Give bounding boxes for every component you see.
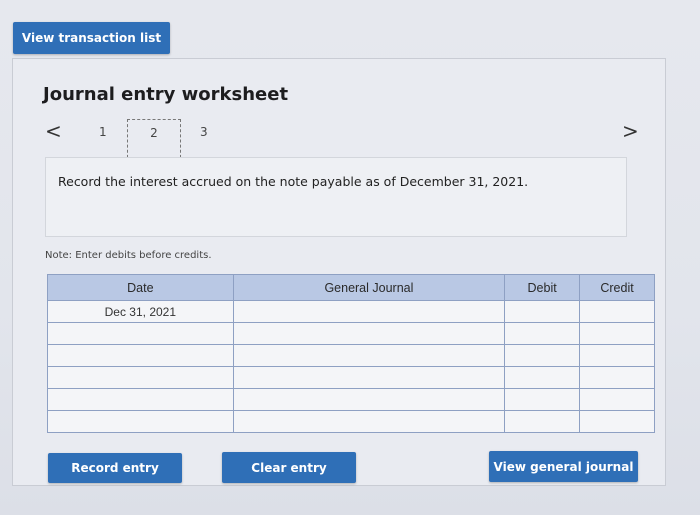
debit-input[interactable]	[504, 300, 581, 323]
table-row	[47, 366, 655, 389]
general-journal-input[interactable]	[232, 388, 506, 411]
credit-input[interactable]	[579, 388, 655, 411]
credit-input[interactable]	[579, 344, 655, 367]
credit-column-header: Credit	[579, 274, 655, 301]
clear-entry-button[interactable]: Clear entry	[222, 452, 356, 483]
general-journal-column-header: General Journal	[232, 274, 506, 301]
journal-table: Date General Journal Debit Credit Dec 31…	[47, 274, 655, 433]
table-row	[47, 410, 655, 433]
date-cell	[47, 410, 234, 433]
credit-input[interactable]	[579, 322, 655, 345]
chevron-right-icon[interactable]: >	[622, 119, 639, 143]
instruction-box: Record the interest accrued on the note …	[45, 157, 627, 237]
note-text: Note: Enter debits before credits.	[45, 250, 212, 261]
date-cell: Dec 31, 2021	[47, 300, 234, 323]
date-cell	[47, 322, 234, 345]
chevron-left-icon[interactable]: <	[45, 119, 62, 143]
table-row: Dec 31, 2021	[47, 300, 655, 323]
debit-input[interactable]	[504, 366, 581, 389]
page-3-link[interactable]: 3	[200, 125, 208, 139]
table-row	[47, 344, 655, 367]
instruction-text: Record the interest accrued on the note …	[58, 174, 529, 189]
journal-entry-worksheet-panel: Journal entry worksheet < 1 2 3 > Record…	[12, 58, 666, 486]
credit-input[interactable]	[579, 366, 655, 389]
debit-input[interactable]	[504, 410, 581, 433]
table-row	[47, 322, 655, 345]
credit-input[interactable]	[579, 300, 655, 323]
general-journal-input[interactable]	[232, 366, 506, 389]
general-journal-input[interactable]	[232, 410, 506, 433]
view-transaction-list-button[interactable]: View transaction list	[13, 22, 170, 54]
debit-input[interactable]	[504, 388, 581, 411]
page-1-link[interactable]: 1	[99, 125, 107, 139]
worksheet-title: Journal entry worksheet	[43, 84, 289, 105]
date-cell	[47, 344, 234, 367]
general-journal-input[interactable]	[232, 322, 506, 345]
debit-column-header: Debit	[504, 274, 581, 301]
general-journal-input[interactable]	[232, 300, 506, 323]
date-cell	[47, 388, 234, 411]
debit-input[interactable]	[504, 322, 581, 345]
table-header-row: Date General Journal Debit Credit	[47, 274, 655, 301]
debit-input[interactable]	[504, 344, 581, 367]
credit-input[interactable]	[579, 410, 655, 433]
general-journal-input[interactable]	[232, 344, 506, 367]
table-row	[47, 388, 655, 411]
record-entry-button[interactable]: Record entry	[48, 453, 182, 483]
date-cell	[47, 366, 234, 389]
view-general-journal-button[interactable]: View general journal	[489, 451, 638, 482]
date-column-header: Date	[47, 274, 234, 301]
